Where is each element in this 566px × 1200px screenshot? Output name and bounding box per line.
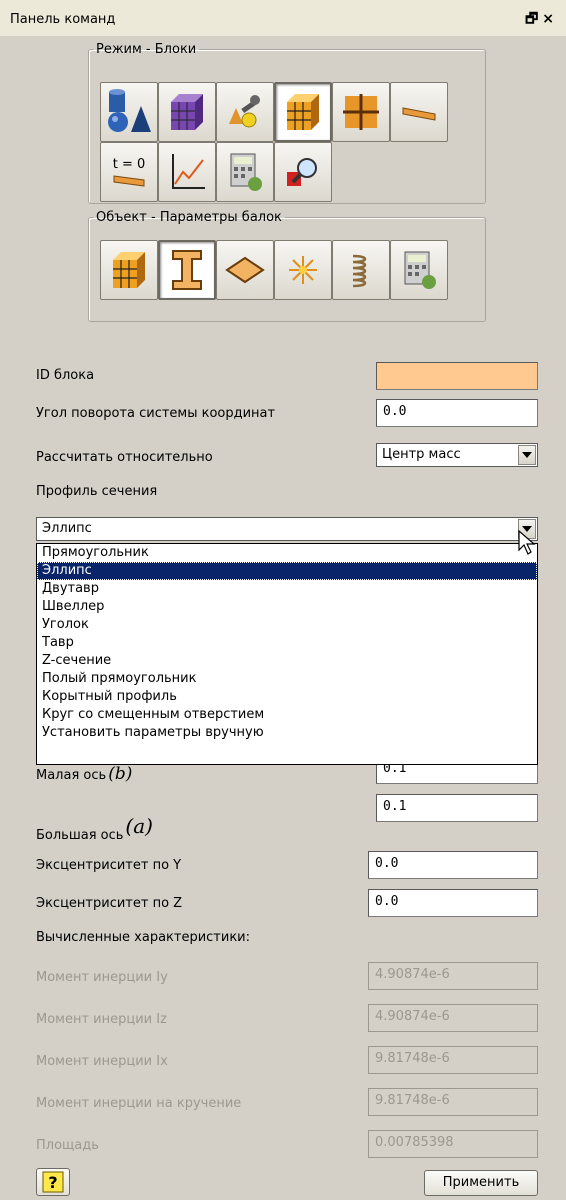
- object-group-title: Объект - Параметры балок: [96, 210, 282, 225]
- rotation-label: Угол поворота системы координат: [36, 406, 276, 421]
- object-calculator-button[interactable]: [390, 240, 448, 300]
- beam-button[interactable]: [390, 82, 448, 142]
- panel-title: Панель команд: [10, 12, 116, 27]
- minor-axis-text: Малая ось: [36, 768, 107, 783]
- major-axis-field[interactable]: 0.1: [376, 794, 538, 822]
- profile-option-selected[interactable]: Эллипс: [37, 562, 537, 580]
- relative-select[interactable]: Центр масс: [376, 443, 538, 467]
- panel-titlebar: Панель команд 🗗×: [0, 0, 566, 36]
- profile-option[interactable]: Z-сечение: [37, 652, 537, 670]
- grid-button[interactable]: [332, 82, 390, 142]
- minor-axis-label: Малая ось (b): [36, 764, 132, 784]
- profile-option[interactable]: Тавр: [37, 634, 537, 652]
- area-field: 0.00785398: [368, 1130, 538, 1158]
- i-beam-button[interactable]: [158, 240, 216, 300]
- chevron-down-icon[interactable]: [518, 445, 536, 465]
- beam-icon: [402, 107, 436, 121]
- profile-option[interactable]: Установить параметры вручную: [37, 724, 537, 742]
- ecc-z-label: Эксцентриситет по Z: [36, 896, 183, 911]
- point-icon: [289, 256, 317, 284]
- ix-label: Момент инерции Ix: [36, 1054, 168, 1069]
- help-button[interactable]: ?: [36, 1168, 70, 1196]
- blocks-mode-button[interactable]: [274, 82, 332, 142]
- mesh-button[interactable]: [158, 82, 216, 142]
- i-beam-icon: [172, 250, 202, 290]
- profile-option[interactable]: Прямоугольник: [37, 544, 537, 562]
- help-icon: ?: [42, 1171, 64, 1193]
- profile-select[interactable]: Эллипс: [36, 517, 538, 541]
- profile-option[interactable]: Уголок: [37, 616, 537, 634]
- time-zero-icon: [113, 174, 145, 187]
- profile-dropdown-list: Прямоугольник Эллипс Двутавр Швеллер Уго…: [36, 543, 538, 765]
- mode-group-title: Режим - Блоки: [96, 42, 197, 57]
- graph-button[interactable]: [158, 142, 216, 202]
- block-id-field[interactable]: [376, 362, 538, 390]
- profile-option[interactable]: Двутавр: [37, 580, 537, 598]
- spring-icon: [352, 254, 367, 288]
- profile-label: Профиль сечения: [36, 484, 158, 499]
- zoom-button[interactable]: [274, 142, 332, 202]
- object-blocks-button[interactable]: [100, 240, 158, 300]
- profile-option[interactable]: Полый прямоугольник: [37, 670, 537, 688]
- plate-icon: [225, 256, 265, 284]
- calculator-icon: [404, 251, 436, 289]
- major-axis-label: Большая ось (a): [36, 814, 153, 844]
- grid-icon: [343, 94, 379, 130]
- iy-field: 4.90874e-6: [368, 962, 538, 990]
- ecc-y-label: Эксцентриситет по Y: [36, 858, 182, 873]
- point-button[interactable]: [274, 240, 332, 300]
- settings-button[interactable]: [216, 82, 274, 142]
- profile-option[interactable]: Швеллер: [37, 598, 537, 616]
- calculator-button[interactable]: [216, 142, 274, 202]
- time-zero-label: t = 0: [112, 156, 146, 172]
- profile-option[interactable]: Круг со смещенным отверстием: [37, 706, 537, 724]
- major-axis-text: Большая ось: [36, 828, 124, 843]
- svg-text:?: ?: [48, 1173, 57, 1192]
- ix-field: 9.81748e-6: [368, 1046, 538, 1074]
- iz-label: Момент инерции Iz: [36, 1012, 167, 1027]
- blocks-icon: [287, 94, 319, 130]
- iy-label: Момент инерции Iy: [36, 970, 168, 985]
- ecc-y-field[interactable]: 0.0: [368, 851, 538, 879]
- restore-icon[interactable]: 🗗: [525, 11, 542, 27]
- torsion-field: 9.81748e-6: [368, 1088, 538, 1116]
- area-label: Площадь: [36, 1138, 99, 1153]
- apply-button[interactable]: Применить: [424, 1170, 538, 1196]
- ecc-z-field[interactable]: 0.0: [368, 889, 538, 917]
- relative-label: Рассчитать относительно: [36, 450, 213, 465]
- major-axis-symbol: (a): [125, 814, 153, 838]
- mesh-icon: [171, 94, 203, 130]
- blocks-icon: [113, 252, 145, 288]
- iz-field: 4.90874e-6: [368, 1004, 538, 1032]
- torsion-label: Момент инерции на кручение: [36, 1096, 242, 1111]
- geometry-icon: [108, 89, 151, 132]
- zoom-icon: [287, 158, 317, 186]
- titlebar-controls: 🗗×: [525, 8, 558, 32]
- rotation-field[interactable]: 0.0: [376, 399, 538, 427]
- graph-icon: [172, 154, 205, 189]
- geometry-button[interactable]: [100, 82, 158, 142]
- close-icon[interactable]: ×: [542, 11, 558, 27]
- minor-axis-symbol: (b): [108, 764, 133, 784]
- time-zero-button[interactable]: t = 0: [100, 142, 158, 202]
- profile-select-value: Эллипс: [42, 521, 92, 536]
- spring-button[interactable]: [332, 240, 390, 300]
- plate-button[interactable]: [216, 240, 274, 300]
- calculator-icon: [230, 153, 262, 191]
- relative-select-value: Центр масс: [382, 447, 461, 462]
- block-id-label: ID блока: [36, 368, 95, 383]
- computed-title: Вычисленные характеристики:: [36, 930, 251, 945]
- mouse-cursor-icon: [518, 530, 536, 555]
- settings-icon: [229, 95, 260, 128]
- profile-option[interactable]: Корытный профиль: [37, 688, 537, 706]
